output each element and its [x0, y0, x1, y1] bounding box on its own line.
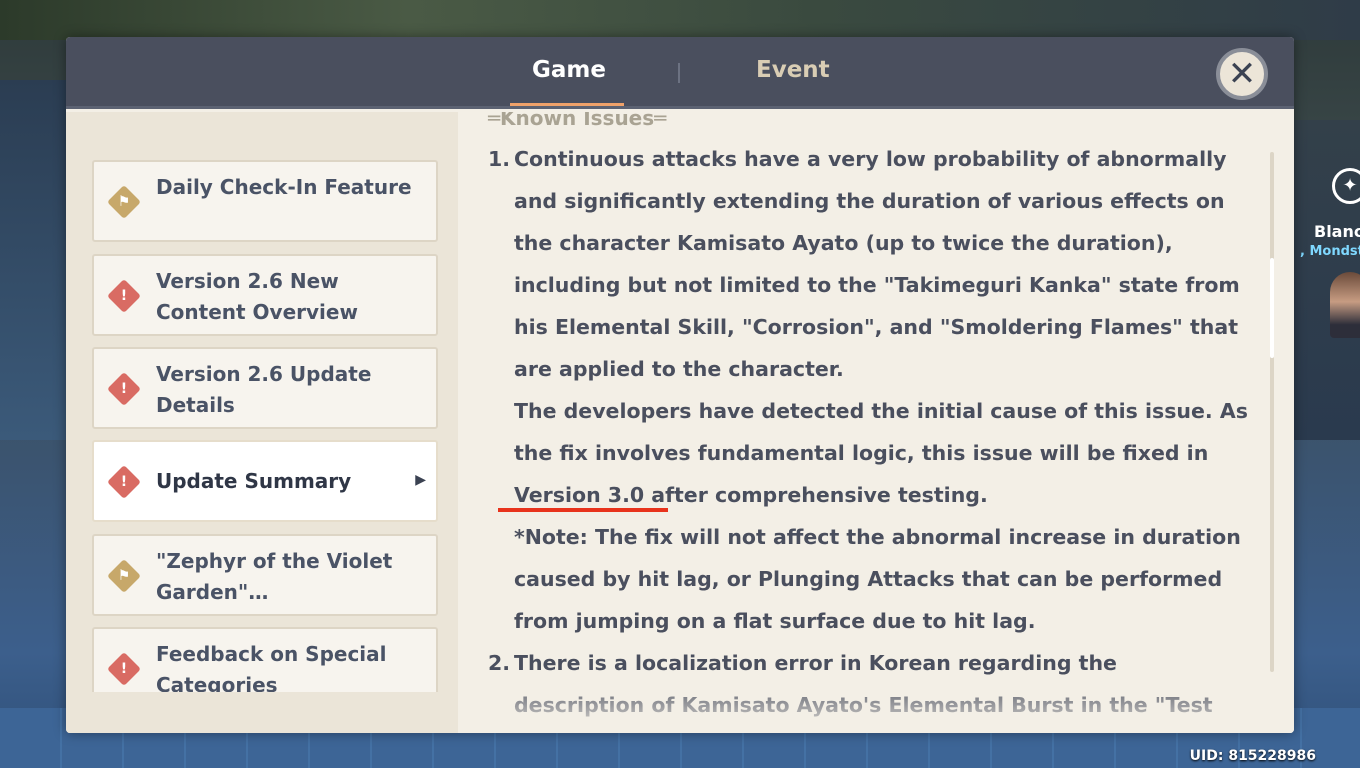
sidebar-item-new-content[interactable]: ! Version 2.6 New Content Overview	[92, 254, 438, 336]
sidebar-fade	[66, 693, 458, 733]
background-wall	[0, 80, 66, 440]
paragraph: Continuous attacks have a very low proba…	[514, 147, 1240, 381]
sidebar-item-label: Version 2.6 New Content Overview	[156, 269, 358, 324]
npc-avatar	[1330, 272, 1360, 338]
sidebar-item-label: Version 2.6 Update Details	[156, 362, 372, 417]
alert-icon: !	[107, 372, 141, 406]
npc-side-panel[interactable]: ✦ Blanc , Mondsta	[1300, 160, 1360, 350]
alert-icon: !	[107, 465, 141, 499]
chevron-right-icon: ▶	[415, 472, 426, 488]
window-header: Game Event ✕	[66, 37, 1294, 109]
article-body: 1. Continuous attacks have a very low pr…	[488, 138, 1248, 726]
tab-game[interactable]: Game	[532, 57, 606, 83]
alert-icon: !	[107, 279, 141, 313]
tab-event[interactable]: Event	[756, 57, 830, 83]
announcement-content[interactable]: ═Known Issues═ 1. Continuous attacks hav…	[458, 112, 1294, 733]
uid-label: UID: 815228986	[1189, 748, 1316, 764]
sidebar-item-daily-check-in[interactable]: ⚑ Daily Check-In Feature	[92, 160, 438, 242]
item-number: 1.	[488, 147, 511, 171]
sidebar-item-zephyr-event[interactable]: ⚑ "Zephyr of the Violet Garden"…	[92, 534, 438, 616]
scrollbar-thumb[interactable]	[1270, 258, 1274, 358]
close-button[interactable]: ✕	[1216, 48, 1268, 100]
background-scenery-top	[0, 0, 1360, 40]
announcements-window: Game Event ✕ ⚑ Daily Check-In Feature ! …	[66, 37, 1294, 733]
sidebar-item-label: Daily Check-In Feature	[156, 175, 412, 199]
sidebar-item-update-summary[interactable]: ! Update Summary ▶	[92, 440, 438, 522]
announcement-sidebar: ⚑ Daily Check-In Feature ! Version 2.6 N…	[66, 112, 458, 733]
shop-bag-icon[interactable]: ✦	[1332, 168, 1360, 204]
tab-divider	[678, 63, 680, 83]
npc-region: , Mondsta	[1300, 244, 1360, 259]
announcement-list[interactable]: ⚑ Daily Check-In Feature ! Version 2.6 N…	[92, 160, 438, 692]
active-tab-indicator	[510, 103, 624, 106]
paragraph: *Note: The fix will not affect the abnor…	[514, 525, 1241, 633]
flag-icon: ⚑	[107, 185, 141, 219]
sidebar-item-label: "Zephyr of the Violet Garden"…	[156, 549, 393, 604]
alert-icon: !	[107, 652, 141, 686]
sidebar-item-label: Update Summary	[156, 469, 352, 493]
red-annotation-underline	[498, 508, 668, 512]
sidebar-item-feedback[interactable]: ! Feedback on Special Categories	[92, 627, 438, 692]
npc-name: Blanc	[1314, 222, 1360, 241]
flag-icon: ⚑	[107, 559, 141, 593]
sidebar-item-label: Feedback on Special Categories	[156, 642, 387, 692]
close-icon: ✕	[1227, 54, 1257, 94]
scrollbar-track[interactable]	[1270, 152, 1274, 672]
list-item: 1. Continuous attacks have a very low pr…	[488, 138, 1248, 642]
content-fade	[458, 677, 1294, 733]
paragraph: The developers have detected the initial…	[514, 399, 1248, 507]
section-heading: ═Known Issues═	[488, 112, 667, 130]
sidebar-item-update-details[interactable]: ! Version 2.6 Update Details	[92, 347, 438, 429]
